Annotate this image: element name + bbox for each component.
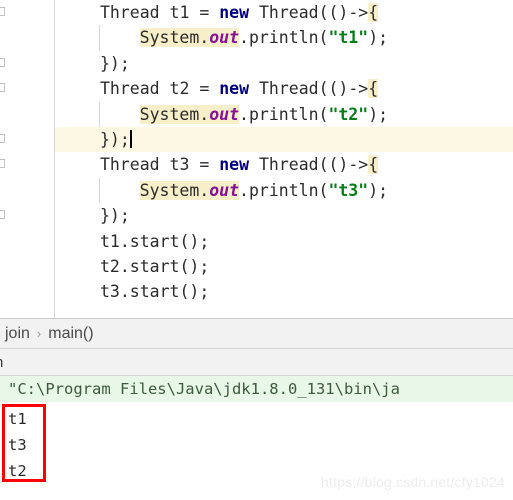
code-token: ); <box>368 104 389 124</box>
console-command-line: "C:\Program Files\Java\jdk1.8.0_131\bin\… <box>0 376 513 402</box>
text-caret <box>129 130 132 148</box>
code-token: ); <box>368 180 389 200</box>
code-line[interactable]: }); <box>56 51 513 76</box>
fold-marker-icon[interactable] <box>0 159 5 169</box>
fold-marker-icon[interactable] <box>0 7 5 16</box>
code-token: Thread(()-> <box>249 79 369 99</box>
code-token: .println( <box>239 104 329 124</box>
code-token: .println( <box>239 180 329 200</box>
code-token: new <box>219 155 250 175</box>
code-token: Thread(()-> <box>249 155 369 175</box>
fold-marker-icon[interactable] <box>0 83 5 93</box>
code-line[interactable]: System.out.println("t2"); <box>56 102 513 127</box>
code-token: ); <box>368 28 389 48</box>
editor-gutter[interactable] <box>0 0 55 318</box>
run-tool-window-toolbar[interactable]: n <box>0 348 513 376</box>
code-token: }); <box>100 206 130 226</box>
code-token: t3.start(); <box>100 282 210 302</box>
code-line[interactable]: }); <box>56 203 513 228</box>
code-token: out <box>209 28 240 48</box>
code-editor[interactable]: Thread t1 = new Thread(()->{System.out.p… <box>0 0 513 318</box>
console-output-line: t3 <box>8 436 27 454</box>
code-line[interactable]: t3.start(); <box>56 279 513 304</box>
indent-guide <box>99 25 100 51</box>
code-token: t2.start(); <box>100 257 210 276</box>
code-token: Thread t1 = <box>100 3 220 22</box>
code-token: }); <box>100 130 130 149</box>
code-line[interactable]: Thread t3 = new Thread(()->{ <box>56 152 513 177</box>
code-token: Thread(()-> <box>249 3 369 22</box>
code-token: Thread t2 = <box>100 79 220 99</box>
fold-marker-icon[interactable] <box>0 210 5 220</box>
code-token: out <box>209 104 240 124</box>
run-tab-label: n <box>0 354 3 371</box>
code-token: new <box>219 3 250 22</box>
fold-marker-icon[interactable] <box>0 57 5 67</box>
breadcrumb[interactable]: join › main() <box>0 318 513 348</box>
code-token: }); <box>100 53 130 73</box>
code-token: { <box>368 79 379 99</box>
code-token: "t1" <box>328 28 369 48</box>
code-token: new <box>219 79 250 99</box>
code-token: Thread t3 = <box>100 155 220 175</box>
code-token: { <box>368 155 379 175</box>
code-line[interactable]: Thread t2 = new Thread(()->{ <box>56 76 513 101</box>
code-line[interactable]: }); <box>56 127 513 152</box>
indent-guide <box>99 101 100 127</box>
code-line[interactable]: Thread t1 = new Thread(()->{ <box>56 0 513 25</box>
code-token: System. <box>139 104 210 124</box>
code-token: "t2" <box>328 104 369 124</box>
watermark-text: https://blog.csdn.net/cfy1024 <box>320 474 505 490</box>
code-token: t1.start(); <box>100 231 210 251</box>
code-line[interactable]: System.out.println("t1"); <box>56 25 513 50</box>
breadcrumb-separator-icon: › <box>36 326 42 341</box>
code-token: "t3" <box>328 180 369 200</box>
code-line[interactable]: t1.start(); <box>56 229 513 254</box>
breadcrumb-item-main[interactable]: main() <box>45 325 96 343</box>
code-area[interactable]: Thread t1 = new Thread(()->{System.out.p… <box>56 0 513 318</box>
breadcrumb-item-join[interactable]: join <box>2 325 33 343</box>
code-token: System. <box>139 180 210 200</box>
console-output-line: t1 <box>8 410 27 428</box>
code-line[interactable]: t2.start(); <box>56 254 513 279</box>
fold-marker-icon[interactable] <box>0 134 5 143</box>
code-token: { <box>368 3 379 22</box>
code-token: out <box>209 180 240 200</box>
code-line[interactable]: System.out.println("t3"); <box>56 178 513 203</box>
code-token: System. <box>139 28 210 48</box>
code-token: .println( <box>239 28 329 48</box>
indent-guide <box>99 177 100 204</box>
